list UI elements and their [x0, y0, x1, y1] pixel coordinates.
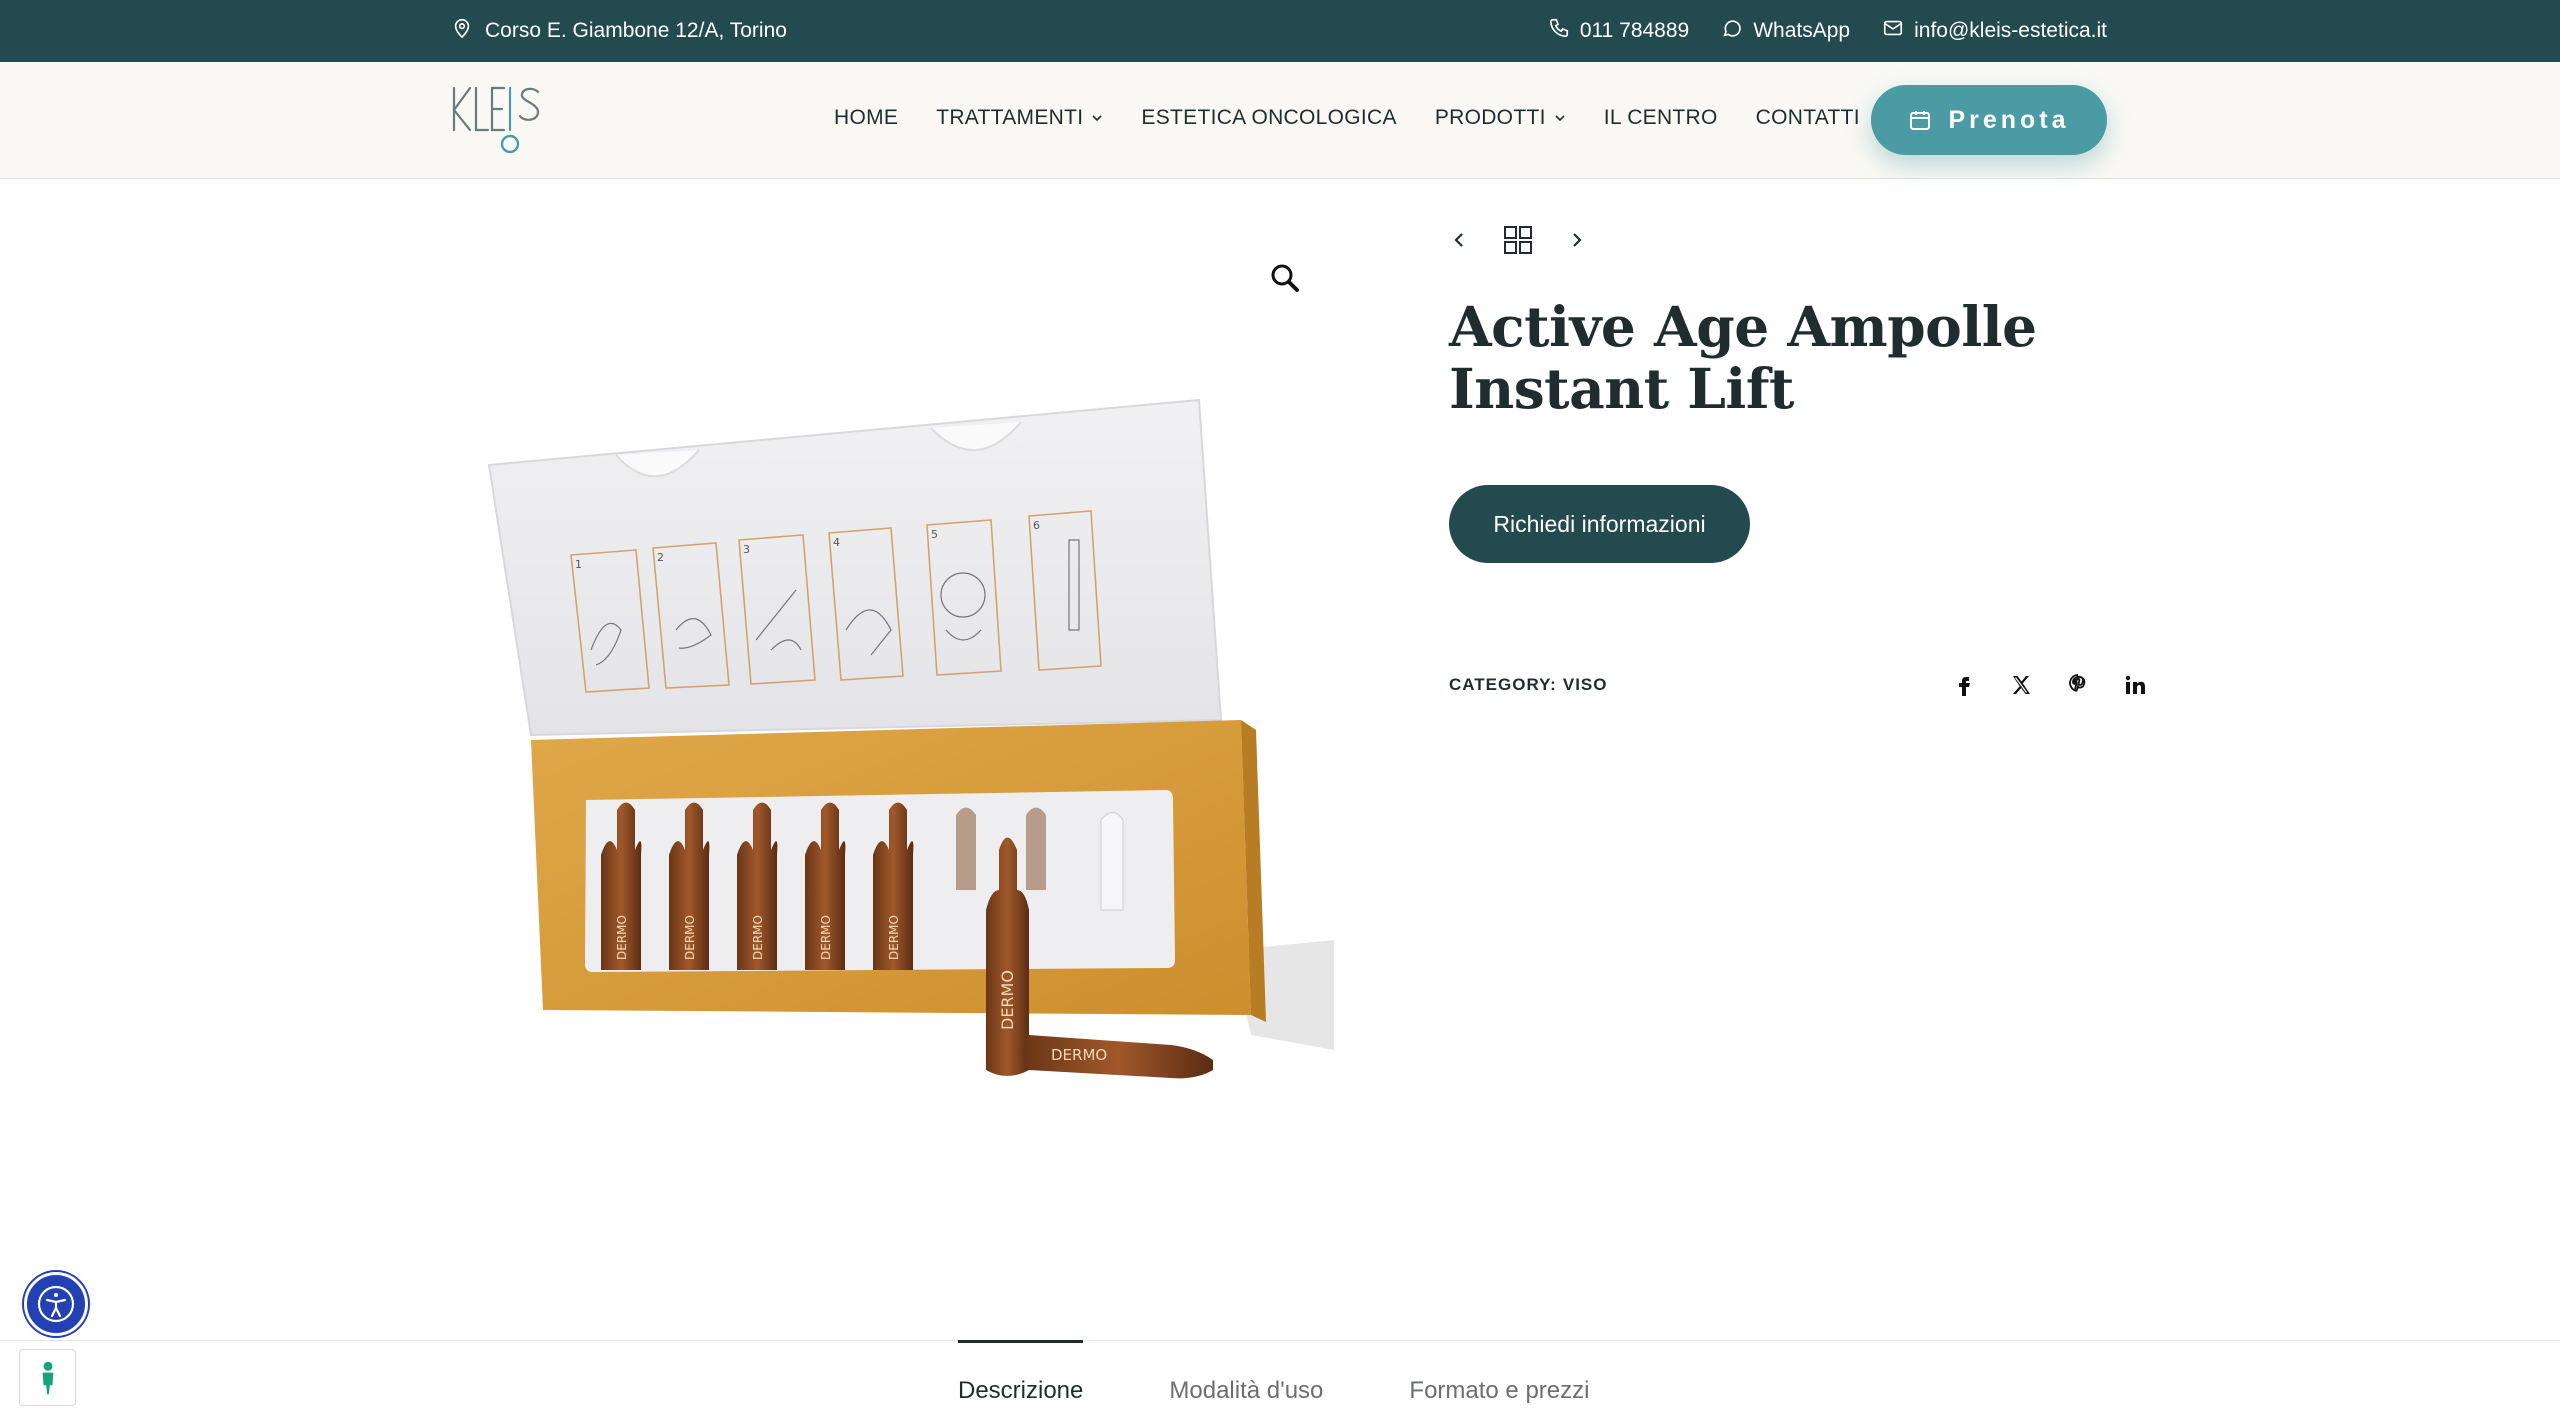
nav-home-label: HOME — [834, 106, 899, 129]
site-logo[interactable] — [450, 84, 550, 156]
tab-formato-prezzi[interactable]: Formato e prezzi — [1409, 1341, 1589, 1405]
nav-contatti-label: CONTATTI — [1755, 106, 1860, 129]
accessibility-button[interactable] — [24, 1272, 88, 1336]
svg-text:DERMO: DERMO — [683, 915, 697, 960]
whatsapp-link[interactable]: WhatsApp — [1721, 17, 1850, 45]
category-link[interactable]: VISO — [1563, 675, 1608, 695]
phone-link[interactable]: 011 784889 — [1548, 17, 1689, 45]
nav-il-centro-label: IL CENTRO — [1603, 106, 1718, 129]
tab-modalita-uso[interactable]: Modalità d'uso — [1169, 1341, 1323, 1405]
main-nav: HOME TRATTAMENTI ESTETICA ONCOLOGICA PRO… — [834, 106, 1860, 130]
product-tabs: Descrizione Modalità d'uso Formato e pre… — [0, 1340, 2560, 1427]
facebook-icon[interactable] — [1950, 671, 1977, 698]
product-category: CATEGORY: VISO — [1449, 675, 1607, 695]
nav-trattamenti[interactable]: TRATTAMENTI — [936, 106, 1103, 130]
category-label: CATEGORY: — [1449, 675, 1557, 694]
address-text: Corso E. Giambone 12/A, Torino — [485, 19, 787, 42]
product-navigation — [1449, 225, 1587, 255]
nav-home[interactable]: HOME — [834, 106, 898, 130]
ampoule-label: DERMO — [615, 915, 629, 960]
site-header: HOME TRATTAMENTI ESTETICA ONCOLOGICA PRO… — [0, 62, 2560, 179]
svg-text:DERMO: DERMO — [819, 915, 833, 960]
product-image[interactable]: 123 456 DERMO DERMO DERMO DERMO DERMO DE… — [451, 210, 1334, 1190]
svg-text:6: 6 — [1033, 519, 1040, 532]
product-title: Active Age Ampolle Instant Lift — [1449, 294, 2037, 421]
chevron-down-icon — [1092, 115, 1102, 122]
phone-text: 011 784889 — [1579, 19, 1690, 42]
nav-estetica-oncologica-label: ESTETICA ONCOLOGICA — [1141, 106, 1397, 129]
svg-text:DERMO: DERMO — [998, 970, 1017, 1030]
svg-text:5: 5 — [931, 528, 938, 541]
chat-bubble-icon — [1721, 17, 1743, 45]
calendar-icon — [1910, 111, 1931, 130]
magnifier-icon — [1271, 264, 1299, 292]
cookie-settings-button[interactable] — [19, 1349, 76, 1406]
email-text: info@kleis-estetica.it — [1914, 19, 2107, 42]
tab-descrizione[interactable]: Descrizione — [958, 1340, 1084, 1405]
nav-prodotti-label: PRODOTTI — [1434, 106, 1546, 129]
chevron-down-icon — [1555, 115, 1565, 122]
grid-icon[interactable] — [1503, 225, 1533, 255]
request-info-label: Richiedi informazioni — [1493, 510, 1706, 537]
share-links — [1950, 671, 2148, 698]
zoom-button[interactable] — [1265, 258, 1305, 298]
phone-icon — [1548, 17, 1570, 45]
request-info-button[interactable]: Richiedi informazioni — [1449, 485, 1750, 563]
email-link[interactable]: info@kleis-estetica.it — [1882, 17, 2107, 45]
svg-text:DERMO: DERMO — [751, 915, 765, 960]
linkedin-icon[interactable] — [2121, 671, 2148, 698]
svg-text:DERMO: DERMO — [887, 915, 901, 960]
svg-text:4: 4 — [833, 536, 840, 549]
book-button-label: Prenota — [1948, 105, 2070, 134]
pinterest-icon[interactable] — [2064, 671, 2091, 698]
chevron-left-icon[interactable] — [1449, 228, 1469, 252]
svg-text:2: 2 — [657, 551, 664, 564]
accessibility-icon — [37, 1285, 75, 1323]
nav-estetica-oncologica[interactable]: ESTETICA ONCOLOGICA — [1141, 106, 1396, 130]
book-button[interactable]: Prenota — [1871, 85, 2107, 155]
x-icon[interactable] — [2007, 671, 2034, 698]
map-pin-icon — [451, 17, 473, 45]
cookie-person-icon — [42, 1361, 53, 1394]
svg-text:3: 3 — [743, 543, 750, 556]
mail-icon — [1882, 17, 1904, 45]
top-bar: Corso E. Giambone 12/A, Torino 011 78488… — [0, 0, 2560, 62]
nav-contatti[interactable]: CONTATTI — [1756, 106, 1860, 130]
whatsapp-text: WhatsApp — [1753, 19, 1851, 42]
nav-il-centro[interactable]: IL CENTRO — [1604, 106, 1718, 130]
address[interactable]: Corso E. Giambone 12/A, Torino — [451, 17, 787, 45]
svg-text:DERMO: DERMO — [1051, 1046, 1107, 1064]
chevron-right-icon[interactable] — [1567, 228, 1587, 252]
nav-trattamenti-label: TRATTAMENTI — [936, 106, 1084, 129]
nav-prodotti[interactable]: PRODOTTI — [1435, 106, 1566, 130]
svg-text:1: 1 — [575, 558, 582, 571]
